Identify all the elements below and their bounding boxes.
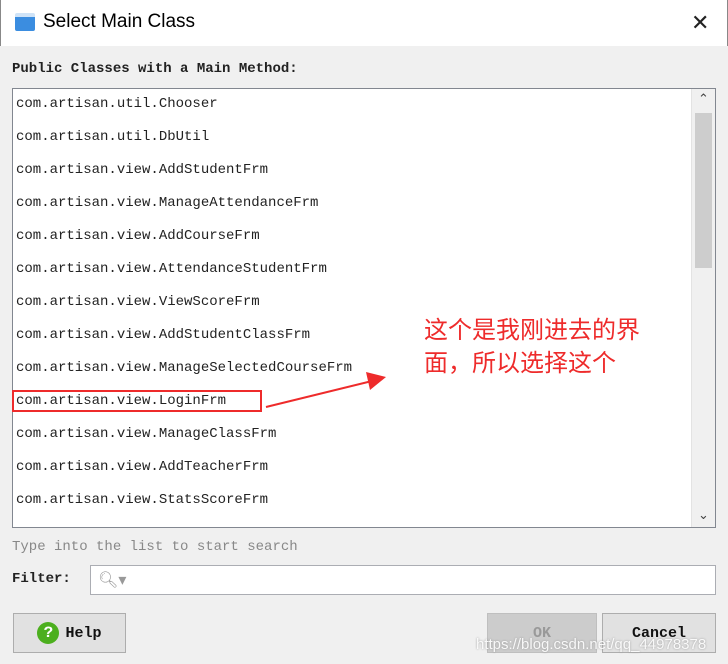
help-label: Help: [65, 624, 102, 642]
filter-input[interactable]: 🔍︎▾: [90, 565, 716, 595]
help-button[interactable]: ? Help: [13, 613, 126, 653]
search-icon[interactable]: 🔍︎▾: [98, 570, 126, 590]
annotation-text: 这个是我刚进去的界 面，所以选择这个: [424, 314, 640, 380]
annotation-line-2: 面，所以选择这个: [424, 349, 616, 377]
help-icon: ?: [37, 622, 60, 644]
annotation-line-1: 这个是我刚进去的界: [424, 316, 640, 344]
watermark: https://blog.csdn.net/qq_44978378: [476, 636, 707, 653]
filter-label: Filter:: [12, 571, 71, 587]
search-hint: Type into the list to start search: [12, 539, 298, 555]
